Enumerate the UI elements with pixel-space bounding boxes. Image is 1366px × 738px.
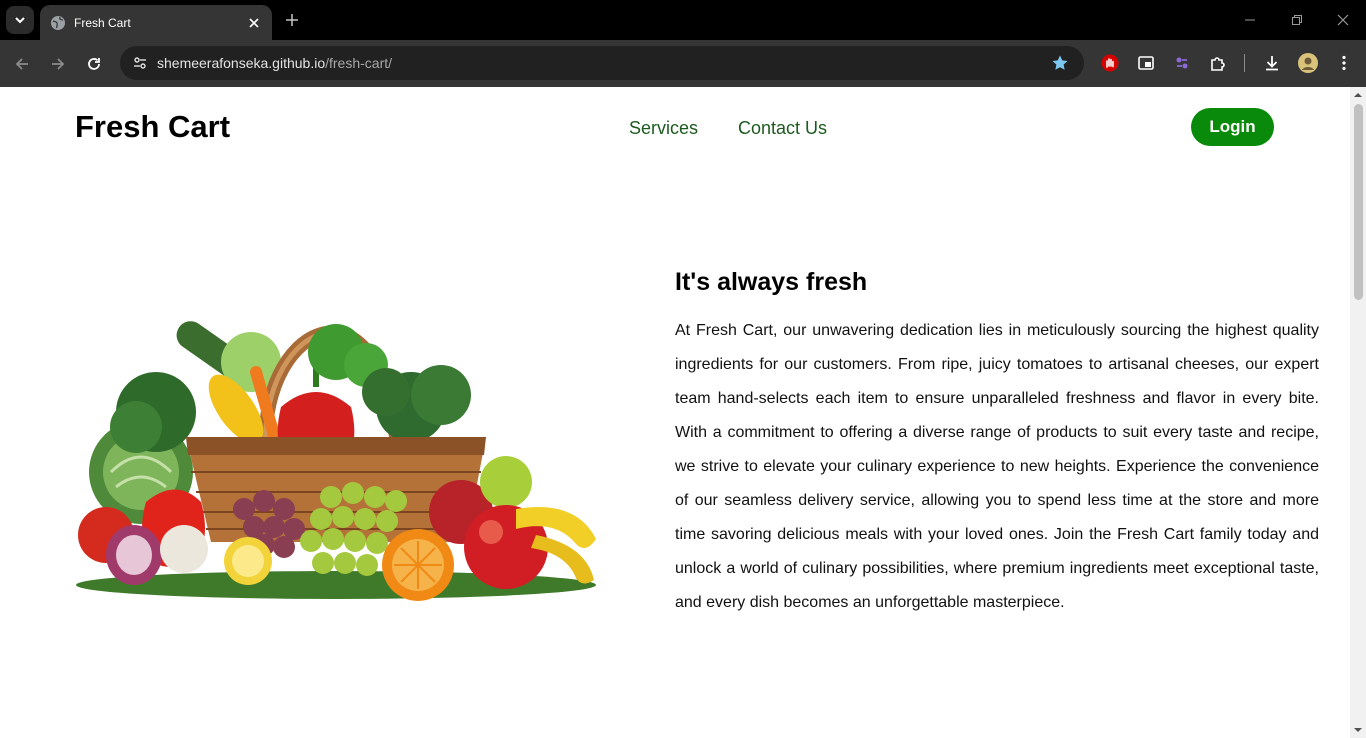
vegetable-basket-image (76, 321, 596, 601)
picture-in-picture-icon[interactable] (1135, 52, 1157, 74)
close-icon (1337, 14, 1349, 26)
hero-heading: It's always fresh (675, 268, 868, 296)
restore-button[interactable] (1287, 10, 1307, 30)
bookmark-star-icon[interactable] (1050, 53, 1070, 73)
page-viewport: Fresh Cart Services Contact Us Login It'… (0, 87, 1350, 738)
extension-red-hand-icon[interactable] (1099, 52, 1121, 74)
scroll-up-arrow-icon[interactable] (1354, 91, 1362, 99)
hero-paragraph: At Fresh Cart, our unwavering dedication… (675, 322, 1319, 611)
restore-icon (1292, 15, 1302, 25)
scrollbar-thumb[interactable] (1354, 104, 1363, 300)
back-button[interactable] (10, 52, 34, 76)
site-settings-icon[interactable] (130, 53, 150, 73)
arrow-right-icon (52, 58, 65, 70)
plus-icon (286, 14, 298, 26)
forward-button[interactable] (46, 52, 70, 76)
tab-title: Fresh Cart (74, 15, 131, 30)
close-window-button[interactable] (1333, 10, 1353, 30)
nav-link-contact-us[interactable]: Contact Us (738, 118, 827, 139)
url-path: /fresh-cart/ (325, 55, 393, 71)
minimize-icon (1245, 19, 1255, 21)
chevron-down-icon (15, 17, 25, 24)
extensions-puzzle-icon[interactable] (1207, 52, 1229, 74)
toolbar-divider (1244, 54, 1245, 72)
arrow-left-icon (15, 58, 28, 70)
tab-search-button[interactable] (6, 6, 34, 34)
nav-link-services[interactable]: Services (629, 118, 698, 139)
scroll-down-arrow-icon[interactable] (1354, 726, 1362, 734)
url-text: shemeerafonseka.github.io/fresh-cart/ (157, 55, 392, 71)
active-tab[interactable]: Fresh Cart (40, 5, 272, 40)
globe-icon (50, 15, 66, 31)
new-tab-button[interactable] (282, 10, 302, 30)
page-scrollbar[interactable] (1350, 87, 1366, 738)
address-bar[interactable]: shemeerafonseka.github.io/fresh-cart/ (120, 46, 1084, 80)
minimize-button[interactable] (1240, 10, 1260, 30)
extension-purple-icon[interactable] (1171, 52, 1193, 74)
profile-avatar[interactable] (1297, 52, 1319, 74)
reload-button[interactable] (82, 52, 106, 76)
site-logo[interactable]: Fresh Cart (75, 109, 230, 145)
tab-strip: Fresh Cart (0, 0, 1366, 40)
url-host: shemeerafonseka.github.io (157, 55, 326, 71)
reload-icon (88, 58, 100, 70)
close-tab-icon[interactable] (246, 15, 262, 31)
login-button[interactable]: Login (1191, 108, 1274, 146)
browser-menu-icon[interactable] (1333, 52, 1355, 74)
download-icon[interactable] (1261, 52, 1283, 74)
